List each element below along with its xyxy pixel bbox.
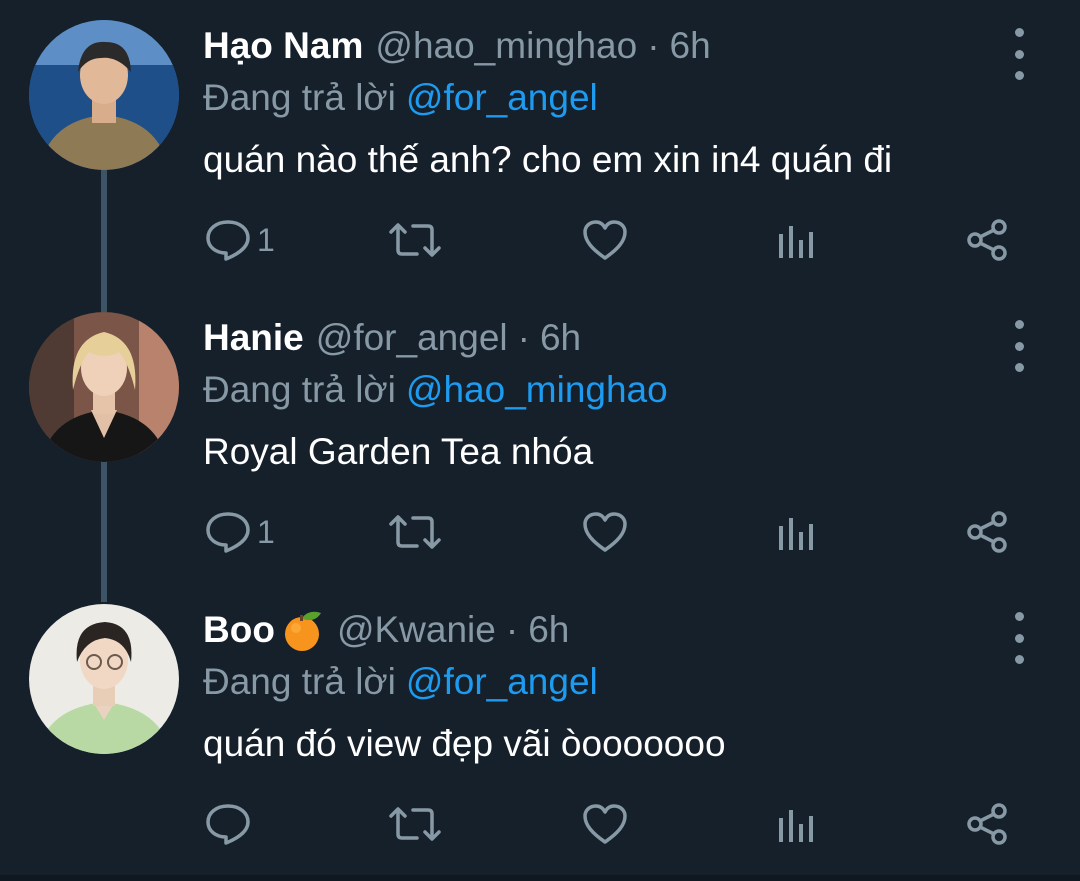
user-handle[interactable]: @Kwanie [337,606,496,654]
user-handle[interactable]: @hao_minghao [375,22,637,70]
tweet-header: Hạo Nam @hao_minghao · 6h [203,22,711,70]
reply-button[interactable] [205,796,257,852]
tweet-header: Boo @Kwanie · 6h [203,606,569,654]
vertical-ellipsis-icon[interactable] [1006,320,1032,372]
tweet-actions: 1 [0,504,1080,560]
tweet-header: Hanie @for_angel · 6h [203,314,581,362]
user-handle[interactable]: @for_angel [316,314,508,362]
avatar[interactable] [29,312,179,462]
display-name[interactable]: Hanie [203,314,304,362]
replying-to: Đang trả lời @for_angel [203,74,598,122]
display-name[interactable]: Boo [203,606,275,654]
vertical-ellipsis-icon[interactable] [1006,612,1032,664]
reply-count: 1 [257,513,275,550]
tweet-actions: 1 [0,212,1080,268]
reply-count: 1 [257,221,275,258]
tweet-text: quán nào thế anh? cho em xin in4 quán đi [203,139,893,180]
bar-chart-icon [779,226,813,258]
reply-button[interactable]: 1 [205,504,275,560]
replying-to-label: Đang trả lời [203,369,396,410]
like-button[interactable] [582,212,628,268]
replying-to-label: Đang trả lời [203,661,396,702]
tweet[interactable]: Hanie @for_angel · 6h Đang trả lời @hao_m… [0,312,1080,572]
mention-link[interactable]: @for_angel [406,77,598,118]
tangerine-emoji-icon [284,611,321,651]
tweet-text: Royal Garden Tea nhóa [203,431,594,472]
tweet-text: quán đó view đẹp vãi òooooooo [203,723,726,764]
reply-button[interactable]: 1 [205,212,275,268]
share-icon [967,219,1007,261]
retweet-button[interactable] [387,504,443,560]
separator: · [505,609,519,650]
bar-chart-icon [779,518,813,550]
replying-to-label: Đang trả lời [203,77,396,118]
mention-link[interactable]: @for_angel [406,661,598,702]
analytics-button[interactable] [778,212,814,268]
heart-icon [583,804,627,844]
retweet-icon [389,807,441,841]
replying-to: Đang trả lời @for_angel [203,658,598,706]
retweet-icon [389,515,441,549]
speech-bubble-icon [206,804,250,845]
share-button[interactable] [966,796,1008,852]
display-name[interactable]: Hạo Nam [203,22,363,70]
tweet-actions [0,796,1080,852]
vertical-ellipsis-icon[interactable] [1006,28,1032,80]
like-button[interactable] [582,504,628,560]
mention-link[interactable]: @hao_minghao [406,369,668,410]
like-button[interactable] [582,796,628,852]
bar-chart-icon [779,810,813,842]
heart-icon [583,220,627,260]
replying-to: Đang trả lời @hao_minghao [203,366,668,414]
timestamp[interactable]: 6h [540,314,581,362]
separator: · [517,317,530,358]
tweet[interactable]: Hạo Nam @hao_minghao · 6h Đang trả lời @f… [0,20,1080,280]
analytics-button[interactable] [778,504,814,560]
share-icon [967,511,1007,553]
speech-bubble-icon [206,220,250,261]
timestamp[interactable]: 6h [528,606,569,654]
separator: · [647,25,660,66]
share-button[interactable] [966,504,1008,560]
retweet-button[interactable] [387,796,443,852]
heart-icon [583,512,627,552]
share-button[interactable] [966,212,1008,268]
share-icon [967,803,1007,845]
tweet[interactable]: Boo @Kwanie · 6h Đang trả lời @for_angel … [0,604,1080,864]
analytics-button[interactable] [778,796,814,852]
bottom-divider [0,875,1080,881]
avatar[interactable] [29,604,179,754]
retweet-icon [389,223,441,257]
timestamp[interactable]: 6h [670,22,711,70]
retweet-button[interactable] [387,212,443,268]
avatar[interactable] [29,20,179,170]
speech-bubble-icon [206,512,250,553]
